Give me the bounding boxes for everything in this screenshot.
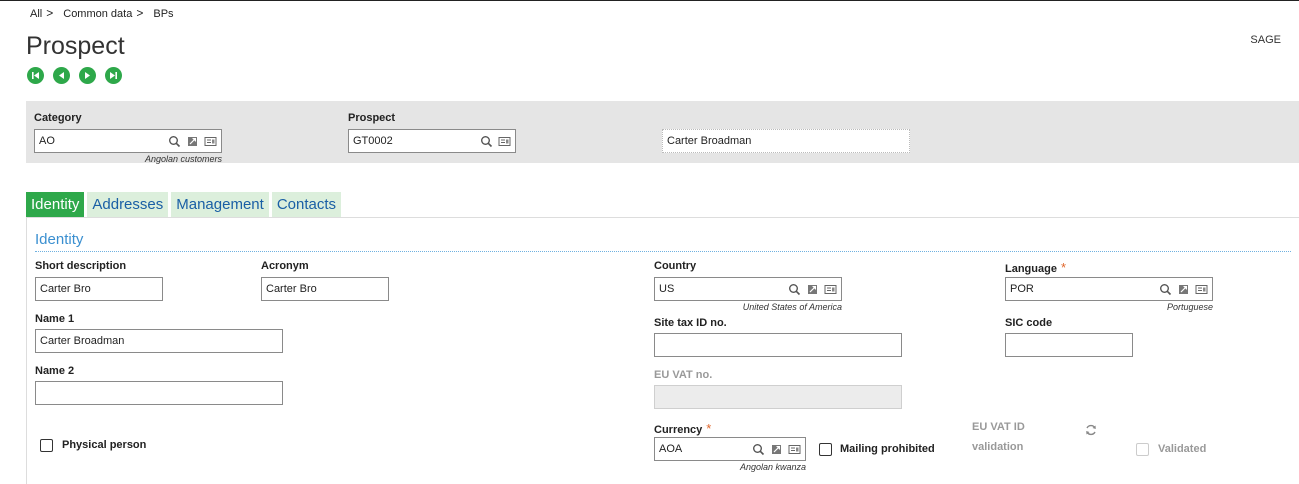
language-field[interactable]: POR bbox=[1005, 277, 1213, 301]
last-record-icon[interactable] bbox=[105, 67, 122, 84]
card-icon[interactable] bbox=[1195, 282, 1208, 295]
record-navigation bbox=[27, 67, 122, 84]
country-value: US bbox=[659, 283, 675, 295]
tab-addresses[interactable]: Addresses bbox=[87, 192, 169, 217]
name1-label: Name 1 bbox=[35, 313, 75, 325]
prospect-field[interactable]: GT0002 bbox=[348, 129, 516, 153]
currency-label-text: Currency bbox=[654, 424, 703, 436]
acronym-value: Carter Bro bbox=[266, 283, 317, 295]
next-record-icon[interactable] bbox=[79, 67, 96, 84]
language-value: POR bbox=[1010, 283, 1034, 295]
breadcrumb-item-bps[interactable]: BPs bbox=[153, 8, 173, 20]
category-value: AO bbox=[39, 135, 55, 147]
name2-label: Name 2 bbox=[35, 365, 75, 377]
card-icon[interactable] bbox=[204, 134, 217, 147]
physical-person-label: Physical person bbox=[62, 439, 147, 451]
prospect-name-value: Carter Broadman bbox=[667, 135, 752, 147]
card-icon[interactable] bbox=[824, 282, 837, 295]
section-divider bbox=[35, 251, 1291, 252]
short-description-value: Carter Bro bbox=[40, 283, 91, 295]
country-label: Country bbox=[654, 260, 697, 272]
card-icon[interactable] bbox=[498, 134, 511, 147]
open-detail-icon[interactable] bbox=[806, 282, 819, 295]
user-label[interactable]: SAGE bbox=[1250, 34, 1281, 46]
search-icon[interactable] bbox=[788, 282, 801, 296]
section-title: Identity bbox=[35, 231, 84, 248]
eu-vat-validation-label-line2: validation bbox=[972, 441, 1024, 453]
mailing-prohibited-label: Mailing prohibited bbox=[840, 443, 935, 455]
prospect-value: GT0002 bbox=[353, 135, 393, 147]
currency-description: Angolan kwanza bbox=[739, 462, 806, 472]
open-detail-icon[interactable] bbox=[186, 134, 199, 147]
search-icon[interactable] bbox=[1159, 282, 1172, 296]
tab-bar: Identity Addresses Management Contacts bbox=[26, 192, 342, 217]
open-detail-icon[interactable] bbox=[770, 442, 783, 455]
top-border bbox=[0, 0, 1299, 1]
tab-contacts[interactable]: Contacts bbox=[271, 192, 342, 217]
validated-label: Validated bbox=[1158, 443, 1207, 455]
sic-code-label: SIC code bbox=[1005, 317, 1053, 329]
eu-vat-validation-label-line1: EU VAT ID bbox=[972, 421, 1025, 433]
card-icon[interactable] bbox=[788, 442, 801, 455]
search-icon[interactable] bbox=[752, 442, 765, 456]
site-tax-id-field[interactable] bbox=[654, 333, 902, 357]
name2-field[interactable] bbox=[35, 381, 283, 405]
category-description: Angolan customers bbox=[144, 154, 222, 164]
site-tax-id-label: Site tax ID no. bbox=[654, 317, 727, 329]
short-description-field[interactable]: Carter Bro bbox=[35, 277, 163, 301]
eu-vat-label: EU VAT no. bbox=[654, 369, 713, 381]
category-label: Category bbox=[34, 112, 82, 124]
sic-code-field[interactable] bbox=[1005, 333, 1133, 357]
name1-field[interactable]: Carter Broadman bbox=[35, 329, 283, 353]
currency-field[interactable]: AOA bbox=[654, 437, 806, 461]
tab-management[interactable]: Management bbox=[171, 192, 269, 217]
physical-person-checkbox[interactable] bbox=[40, 439, 53, 452]
language-description: Portuguese bbox=[1166, 302, 1213, 312]
language-label-text: Language bbox=[1005, 263, 1057, 275]
required-asterisk: * bbox=[706, 421, 712, 436]
country-field[interactable]: US bbox=[654, 277, 842, 301]
validated-checkbox bbox=[1136, 443, 1149, 456]
language-label: Language * bbox=[1005, 260, 1066, 275]
refresh-icon[interactable] bbox=[1084, 423, 1098, 437]
category-field[interactable]: AO bbox=[34, 129, 222, 153]
mailing-prohibited-checkbox[interactable] bbox=[819, 443, 832, 456]
prospect-label: Prospect bbox=[348, 112, 396, 124]
acronym-field[interactable]: Carter Bro bbox=[261, 277, 389, 301]
page-title: Prospect bbox=[26, 32, 125, 60]
tab-identity[interactable]: Identity bbox=[26, 192, 85, 217]
name1-value: Carter Broadman bbox=[40, 335, 125, 347]
short-description-label: Short description bbox=[35, 260, 127, 272]
previous-record-icon[interactable] bbox=[53, 67, 70, 84]
breadcrumb-separator: > bbox=[136, 6, 144, 20]
breadcrumb-item-common-data[interactable]: Common data bbox=[63, 8, 132, 20]
breadcrumb-separator: > bbox=[46, 6, 54, 20]
currency-value: AOA bbox=[659, 443, 683, 455]
first-record-icon[interactable] bbox=[27, 67, 44, 84]
currency-label: Currency * bbox=[654, 421, 711, 436]
open-detail-icon[interactable] bbox=[1177, 282, 1190, 295]
search-icon[interactable] bbox=[480, 134, 493, 148]
country-description: United States of America bbox=[742, 302, 842, 312]
search-icon[interactable] bbox=[168, 134, 181, 148]
breadcrumb-item-all[interactable]: All bbox=[30, 8, 42, 20]
required-asterisk: * bbox=[1060, 260, 1067, 275]
breadcrumb: All > Common data > BPs bbox=[30, 6, 178, 20]
acronym-label: Acronym bbox=[261, 260, 309, 272]
eu-vat-field bbox=[654, 385, 902, 409]
prospect-name-field: Carter Broadman bbox=[662, 129, 910, 153]
